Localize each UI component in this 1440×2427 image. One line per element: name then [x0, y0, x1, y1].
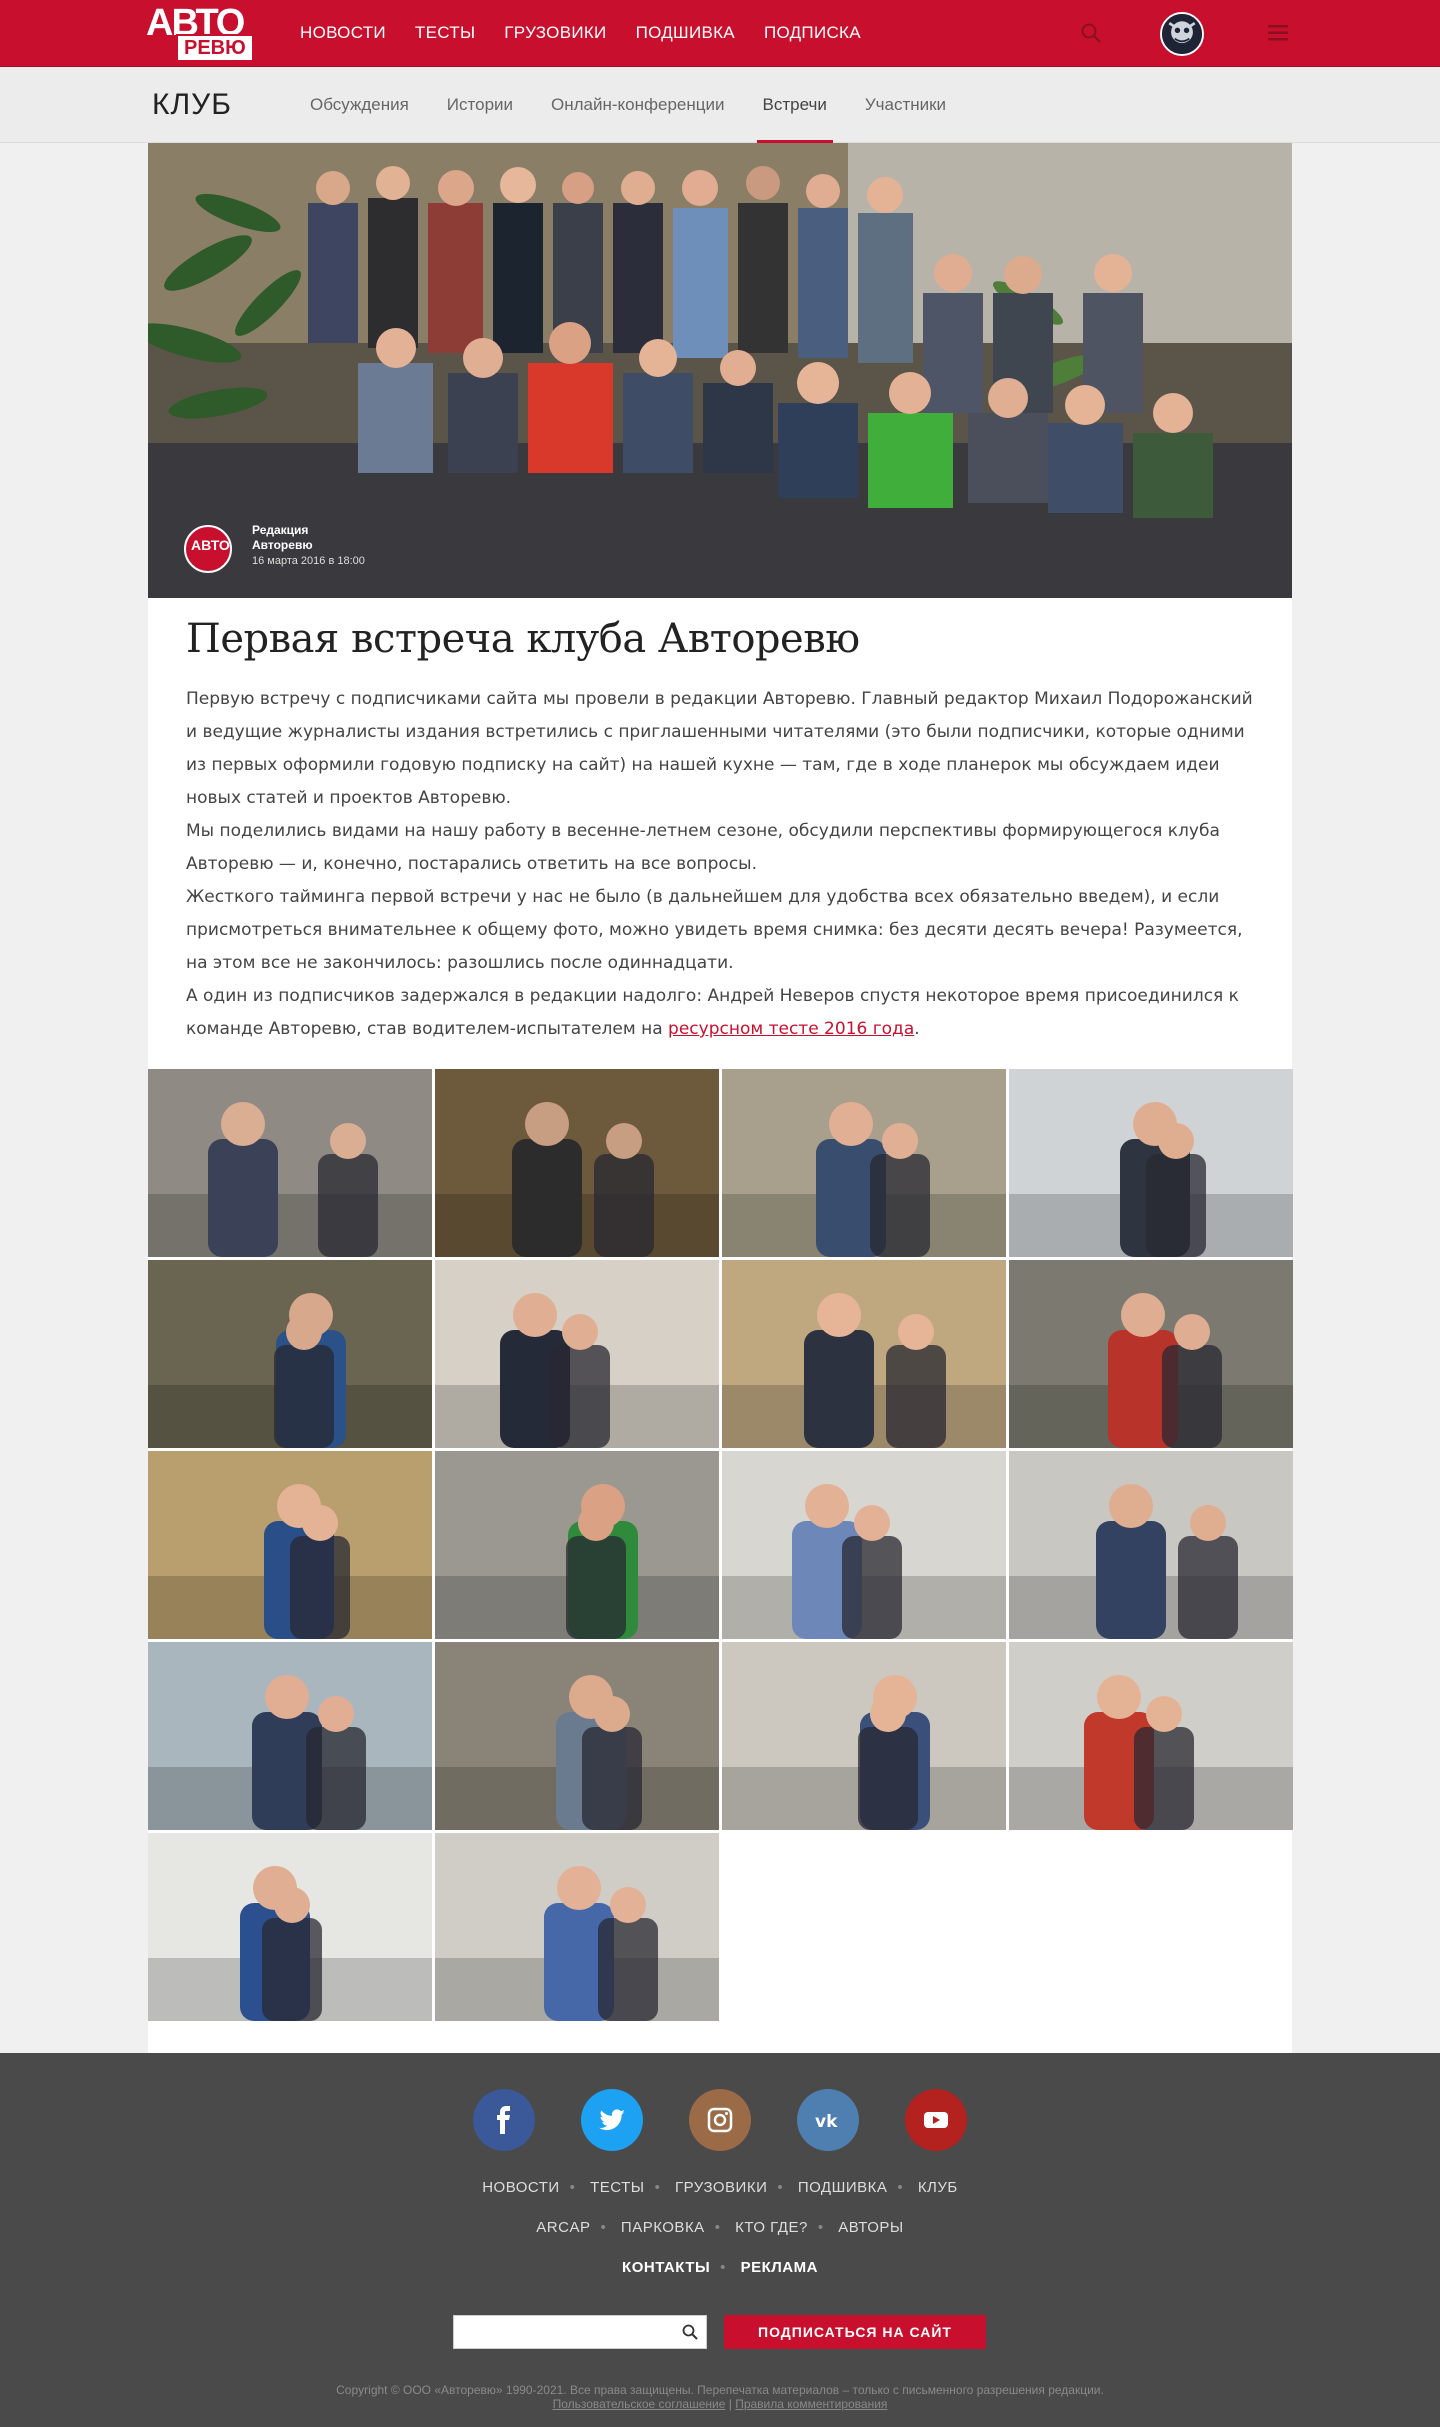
copyright-text: Copyright © ООО «Авторевю» 1990-2021. Вс…	[336, 2383, 1104, 2397]
gallery-thumbnail[interactable]	[435, 1451, 719, 1639]
main-nav: НОВОСТИ ТЕСТЫ ГРУЗОВИКИ ПОДШИВКА ПОДПИСК…	[300, 0, 890, 66]
gallery-thumbnail[interactable]	[148, 1642, 432, 1830]
tab-discussions[interactable]: Обсуждения	[310, 67, 409, 143]
author-name[interactable]: Редакция Авторевю	[252, 523, 342, 553]
section-title: КЛУБ	[152, 88, 232, 121]
gallery-thumbnail[interactable]	[722, 1642, 1006, 1830]
gallery-thumbnail[interactable]	[435, 1642, 719, 1830]
footer-link-news[interactable]: НОВОСТИ	[482, 2179, 559, 2196]
footer-links-row-2: ARCAP • ПАРКОВКА • КТО ГДЕ? • АВТОРЫ	[536, 2219, 904, 2236]
facebook-icon[interactable]	[473, 2089, 535, 2151]
gallery-thumbnail[interactable]	[1009, 1451, 1293, 1639]
hamburger-menu-icon[interactable]	[1268, 24, 1288, 42]
footer-link-trucks[interactable]: ГРУЗОВИКИ	[675, 2179, 767, 2196]
paragraph-3: Жесткого тайминга первой встречи у нас н…	[186, 887, 1243, 973]
footer-link-parking[interactable]: ПАРКОВКА	[621, 2219, 705, 2236]
gallery-thumbnail[interactable]	[148, 1069, 432, 1257]
site-logo[interactable]: АВТО РЕВЮ	[146, 4, 258, 62]
paragraph-1: Первую встречу с подписчиками сайта мы п…	[186, 689, 1253, 808]
paragraph-4: А один из подписчиков задержался в редак…	[186, 980, 1266, 1046]
gallery-thumbnail[interactable]	[148, 1451, 432, 1639]
twitter-icon[interactable]	[581, 2089, 643, 2151]
footer-link-contacts[interactable]: КОНТАКТЫ	[622, 2259, 710, 2276]
footer-link-archive[interactable]: ПОДШИВКА	[798, 2179, 888, 2196]
gallery-thumbnail[interactable]	[722, 1451, 1006, 1639]
svg-text:vk: vk	[815, 2112, 838, 2132]
gallery-thumbnail[interactable]	[722, 1260, 1006, 1448]
club-tabs: Обсуждения Истории Онлайн-конференции Вс…	[310, 67, 984, 143]
paragraph-2: Мы поделились видами на нашу работу в ве…	[186, 821, 1220, 874]
publish-date: 16 марта 2016 в 18:00	[252, 555, 365, 567]
footer-links-row-3: КОНТАКТЫ • РЕКЛАМА	[622, 2259, 818, 2276]
social-links: vk	[0, 2089, 1440, 2151]
tab-members[interactable]: Участники	[865, 67, 946, 143]
footer-link-who-where[interactable]: КТО ГДЕ?	[735, 2219, 808, 2236]
nav-trucks[interactable]: ГРУЗОВИКИ	[504, 23, 606, 43]
tab-online-conferences[interactable]: Онлайн-конференции	[551, 67, 724, 143]
resource-test-link[interactable]: ресурсном тесте 2016 года	[668, 1019, 914, 1039]
gallery-thumbnail[interactable]	[1009, 1069, 1293, 1257]
gallery-thumbnail[interactable]	[435, 1833, 719, 2021]
search-icon[interactable]	[1080, 22, 1102, 44]
tab-meetings[interactable]: Встречи	[756, 67, 834, 143]
terms-link[interactable]: Пользовательское соглашение	[553, 2397, 726, 2411]
footer-link-arcap[interactable]: ARCAP	[536, 2219, 590, 2236]
footer-links-row-1: НОВОСТИ • ТЕСТЫ • ГРУЗОВИКИ • ПОДШИВКА • КЛУ…	[482, 2179, 958, 2196]
club-subheader: КЛУБ Обсуждения Истории Онлайн-конференц…	[0, 67, 1440, 143]
nav-news[interactable]: НОВОСТИ	[300, 23, 386, 43]
gallery-thumbnail[interactable]	[148, 1833, 432, 2021]
article-body: Первую встречу с подписчиками сайта мы п…	[186, 683, 1266, 1046]
gallery-thumbnail[interactable]	[148, 1260, 432, 1448]
paragraph-4-end: .	[914, 1019, 920, 1039]
site-footer: vk НОВОСТИ • ТЕСТЫ • ГРУЗОВИКИ • ПОДШИВКА • …	[0, 2053, 1440, 2427]
instagram-icon[interactable]	[689, 2089, 751, 2151]
gallery-thumbnail[interactable]	[1009, 1260, 1293, 1448]
footer-link-club[interactable]: КЛУБ	[918, 2179, 958, 2196]
vk-icon[interactable]: vk	[797, 2089, 859, 2151]
youtube-icon[interactable]	[905, 2089, 967, 2151]
user-avatar[interactable]	[1160, 12, 1204, 56]
gallery-thumbnail[interactable]	[722, 1069, 1006, 1257]
footer-link-tests[interactable]: ТЕСТЫ	[590, 2179, 644, 2196]
article-title: Первая встреча клуба Авторевю	[186, 616, 860, 662]
photo-gallery	[148, 1069, 1293, 2021]
tab-stories[interactable]: Истории	[447, 67, 513, 143]
comment-rules-link[interactable]: Правила комментирования	[735, 2397, 887, 2411]
nav-archive[interactable]: ПОДШИВКА	[636, 23, 735, 43]
logo-bottom-text: РЕВЮ	[176, 34, 254, 62]
hero-group-photo[interactable]: АВТО Редакция Авторевю 16 марта 2016 в 1…	[148, 143, 1292, 598]
top-header: АВТО РЕВЮ НОВОСТИ ТЕСТЫ ГРУЗОВИКИ ПОДШИВ…	[0, 0, 1440, 67]
nav-subscription[interactable]: ПОДПИСКА	[764, 23, 861, 43]
gallery-thumbnail[interactable]	[435, 1260, 719, 1448]
footer-link-advertising[interactable]: РЕКЛАМА	[741, 2259, 818, 2276]
nav-tests[interactable]: ТЕСТЫ	[415, 23, 475, 43]
gallery-thumbnail[interactable]	[1009, 1642, 1293, 1830]
footer-search-box	[453, 2315, 707, 2349]
footer-search-input[interactable]	[454, 2316, 669, 2348]
search-icon[interactable]	[682, 2324, 698, 2340]
gallery-thumbnail[interactable]	[435, 1069, 719, 1257]
author-avatar[interactable]: АВТО	[184, 525, 232, 573]
subscribe-button[interactable]: ПОДПИСАТЬСЯ НА САЙТ	[724, 2315, 986, 2349]
copyright: Copyright © ООО «Авторевю» 1990-2021. Вс…	[0, 2383, 1440, 2411]
footer-link-authors[interactable]: АВТОРЫ	[838, 2219, 903, 2236]
article-card: АВТО Редакция Авторевю 16 марта 2016 в 1…	[148, 143, 1293, 2053]
